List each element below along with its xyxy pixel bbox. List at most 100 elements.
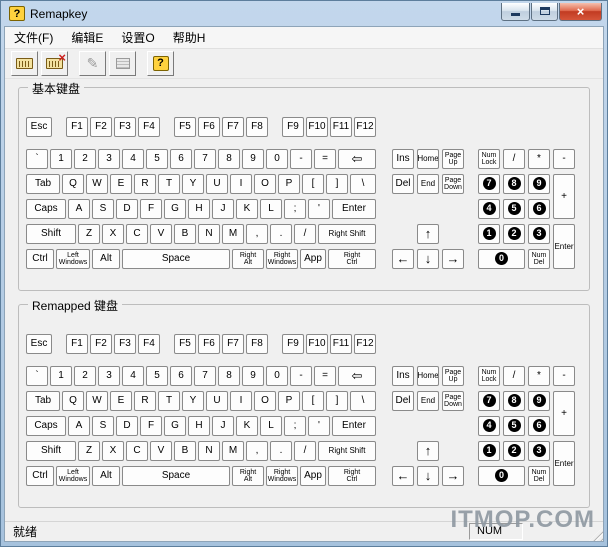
key-k[interactable]: K: [236, 415, 258, 436]
key-5[interactable]: 5: [146, 365, 168, 386]
key-comma[interactable]: ,: [246, 440, 268, 461]
key-3[interactable]: 3: [98, 148, 120, 169]
key-2[interactable]: 2: [74, 148, 96, 169]
key-7[interactable]: 7: [194, 148, 216, 169]
key-m[interactable]: M: [222, 223, 244, 244]
key-z[interactable]: Z: [78, 223, 100, 244]
key-np-multiply[interactable]: *: [528, 365, 550, 386]
title-bar[interactable]: ? Remapkey ×: [4, 1, 604, 26]
delete-keyboard-button[interactable]: ×: [41, 50, 68, 76]
key-backquote[interactable]: `: [26, 148, 48, 169]
key-esc[interactable]: Esc: [26, 333, 52, 354]
key-f6[interactable]: F6: [198, 116, 220, 137]
key-left-windows[interactable]: Left Windows: [56, 465, 90, 486]
key-arrow-left[interactable]: ←: [392, 465, 414, 486]
key-m[interactable]: M: [222, 440, 244, 461]
key-s[interactable]: S: [92, 198, 114, 219]
key-i[interactable]: I: [230, 173, 252, 194]
key-np-plus[interactable]: +: [553, 390, 575, 436]
key-9[interactable]: 9: [242, 148, 264, 169]
key-np-0[interactable]: 0: [478, 465, 525, 486]
key-v[interactable]: V: [150, 223, 172, 244]
key-f8[interactable]: F8: [246, 333, 268, 354]
key-f3[interactable]: F3: [114, 116, 136, 137]
key-0[interactable]: 0: [266, 148, 288, 169]
key-app[interactable]: App: [300, 465, 326, 486]
key-page-down[interactable]: Page Down: [442, 390, 464, 411]
key-4[interactable]: 4: [122, 148, 144, 169]
key-np-enter[interactable]: Enter: [553, 223, 575, 269]
key-f4[interactable]: F4: [138, 116, 160, 137]
key-home[interactable]: Home: [417, 148, 439, 169]
key-2[interactable]: 2: [74, 365, 96, 386]
key-np-5[interactable]: 5: [503, 415, 525, 436]
key-rbracket[interactable]: ]: [326, 390, 348, 411]
key-np-5[interactable]: 5: [503, 198, 525, 219]
key-right-windows[interactable]: Right Windows: [266, 465, 298, 486]
key-right-alt[interactable]: Right Alt: [232, 465, 264, 486]
key-1[interactable]: 1: [50, 365, 72, 386]
key-arrow-up[interactable]: ↑: [417, 223, 439, 244]
key-backspace[interactable]: ⇦: [338, 148, 376, 169]
menu-file[interactable]: 文件(F): [5, 27, 62, 48]
key-np-multiply[interactable]: *: [528, 148, 550, 169]
key-arrow-down[interactable]: ↓: [417, 248, 439, 269]
key-np-4[interactable]: 4: [478, 198, 500, 219]
key-y[interactable]: Y: [182, 173, 204, 194]
pen-button[interactable]: ✎: [79, 50, 106, 76]
key-t[interactable]: T: [158, 173, 180, 194]
key-u[interactable]: U: [206, 390, 228, 411]
key-q[interactable]: Q: [62, 390, 84, 411]
key-backslash[interactable]: \: [350, 173, 376, 194]
minimize-button[interactable]: [501, 2, 530, 21]
key-np-9[interactable]: 9: [528, 173, 550, 194]
key-f5[interactable]: F5: [174, 116, 196, 137]
key-end[interactable]: End: [417, 173, 439, 194]
key-ins[interactable]: Ins: [392, 365, 414, 386]
key-f12[interactable]: F12: [354, 116, 376, 137]
key-page-down[interactable]: Page Down: [442, 173, 464, 194]
key-f7[interactable]: F7: [222, 333, 244, 354]
key-o[interactable]: O: [254, 173, 276, 194]
key-3[interactable]: 3: [98, 365, 120, 386]
key-f9[interactable]: F9: [282, 333, 304, 354]
key-space[interactable]: Space: [122, 465, 230, 486]
key-arrow-right[interactable]: →: [442, 248, 464, 269]
key-lbracket[interactable]: [: [302, 173, 324, 194]
key-minus[interactable]: -: [290, 365, 312, 386]
key-f[interactable]: F: [140, 198, 162, 219]
key-np-4[interactable]: 4: [478, 415, 500, 436]
maximize-button[interactable]: [531, 2, 558, 21]
key-x[interactable]: X: [102, 223, 124, 244]
key-h[interactable]: H: [188, 415, 210, 436]
key-slash[interactable]: /: [294, 223, 316, 244]
key-f7[interactable]: F7: [222, 116, 244, 137]
key-arrow-down[interactable]: ↓: [417, 465, 439, 486]
key-l[interactable]: L: [260, 415, 282, 436]
key-caps[interactable]: Caps: [26, 198, 66, 219]
key-lbracket[interactable]: [: [302, 390, 324, 411]
key-o[interactable]: O: [254, 390, 276, 411]
key-h[interactable]: H: [188, 198, 210, 219]
key-num-lock[interactable]: Num Lock: [478, 365, 500, 386]
key-apostrophe[interactable]: ': [308, 415, 330, 436]
key-del[interactable]: Del: [392, 173, 414, 194]
key-left-windows[interactable]: Left Windows: [56, 248, 90, 269]
key-np-minus[interactable]: -: [553, 148, 575, 169]
key-app[interactable]: App: [300, 248, 326, 269]
key-f[interactable]: F: [140, 415, 162, 436]
key-arrow-up[interactable]: ↑: [417, 440, 439, 461]
key-np-0[interactable]: 0: [478, 248, 525, 269]
key-f10[interactable]: F10: [306, 116, 328, 137]
key-j[interactable]: J: [212, 198, 234, 219]
key-f2[interactable]: F2: [90, 116, 112, 137]
key-np-1[interactable]: 1: [478, 440, 500, 461]
key-8[interactable]: 8: [218, 365, 240, 386]
key-alt[interactable]: Alt: [92, 465, 120, 486]
key-np-divide[interactable]: /: [503, 365, 525, 386]
key-space[interactable]: Space: [122, 248, 230, 269]
key-end[interactable]: End: [417, 390, 439, 411]
key-1[interactable]: 1: [50, 148, 72, 169]
key-g[interactable]: G: [164, 415, 186, 436]
key-np-2[interactable]: 2: [503, 440, 525, 461]
